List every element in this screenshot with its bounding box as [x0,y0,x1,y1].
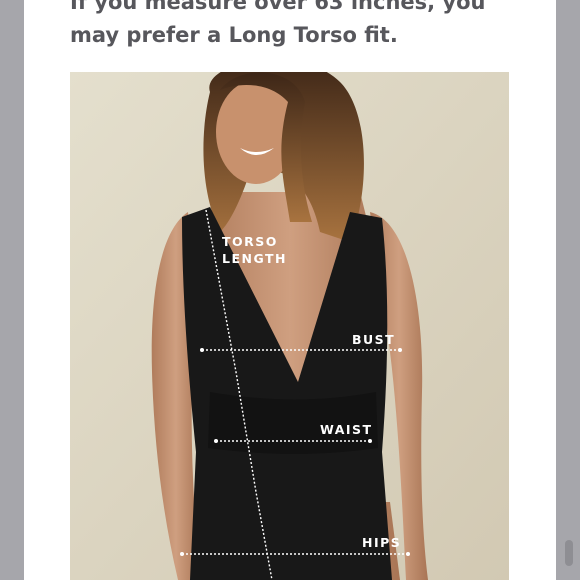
torso-label-line-2: LENGTH [222,251,287,266]
hips-label: HIPS [362,535,402,550]
fit-advice-text: If you measure over 63 inches, you may p… [70,0,530,52]
scrollbar[interactable] [556,0,580,580]
waist-label: WAIST [320,422,373,437]
model-illustration [70,72,509,580]
fit-advice-line-1: If you measure over 63 inches, you [70,0,486,14]
torso-length-label: TORSO LENGTH [222,233,287,267]
measurement-guide-image: TORSO LENGTH BUST WAIST HIPS [70,72,509,580]
torso-label-line-1: TORSO [222,234,278,249]
content-card: If you measure over 63 inches, you may p… [24,0,556,580]
scrollbar-thumb[interactable] [565,540,573,566]
fit-advice-line-2: may prefer a Long Torso fit. [70,23,398,47]
bust-label: BUST [352,332,396,347]
